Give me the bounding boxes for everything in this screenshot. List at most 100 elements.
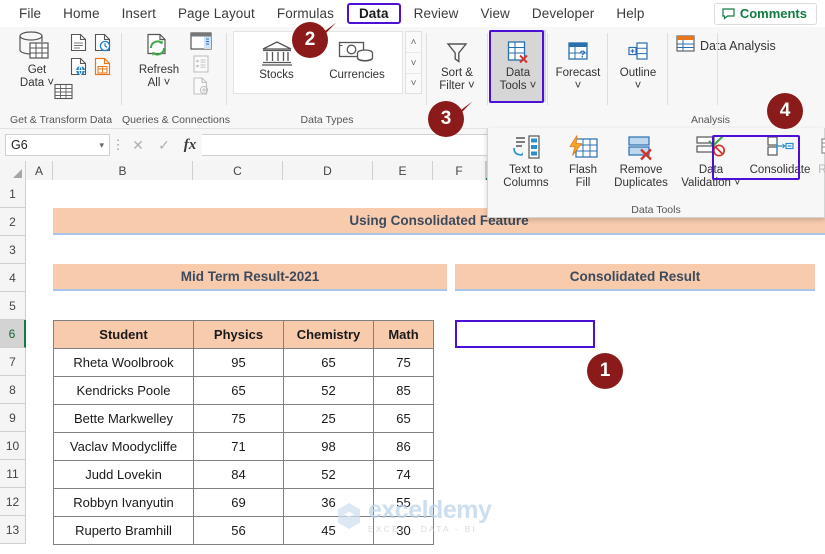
cell-student[interactable]: Rheta Woolbrook	[53, 348, 194, 377]
tab-review[interactable]: Review	[405, 3, 468, 24]
column-header-f[interactable]: F	[433, 161, 486, 180]
forecast-button[interactable]: ? Forecast ˅	[552, 33, 604, 92]
get-data-button[interactable]: Get Data ˅	[8, 30, 66, 89]
data-analysis-button[interactable]: Data Analysis	[676, 35, 776, 57]
row-header-13[interactable]: 13	[0, 516, 26, 544]
cell-chemistry[interactable]: 65	[283, 348, 374, 377]
cell-math[interactable]: 86	[373, 432, 434, 461]
column-header-d[interactable]: D	[283, 161, 373, 180]
outline-label: Outline	[619, 67, 657, 79]
row-header-5[interactable]: 5	[0, 292, 26, 320]
confirm-icon[interactable]: ✓	[152, 134, 176, 156]
cell-chemistry[interactable]: 25	[283, 404, 374, 433]
from-web-globe-icon[interactable]	[70, 57, 87, 81]
cell-student[interactable]: Robbyn Ivanyutin	[53, 488, 194, 517]
refresh-all-label-line2: All	[147, 76, 161, 89]
relationships-button[interactable]: Relati	[813, 132, 825, 177]
recent-sources-grid-icon[interactable]	[54, 83, 73, 105]
row-header-6[interactable]: 6	[0, 320, 26, 348]
tab-help[interactable]: Help	[607, 3, 653, 24]
tab-file[interactable]: File	[10, 3, 50, 24]
row-header-1[interactable]: 1	[0, 180, 26, 208]
cancel-icon[interactable]: ✕	[126, 134, 150, 156]
table-row[interactable]: Bette Markwelley 75 25 65	[53, 404, 434, 433]
row-header-10[interactable]: 10	[0, 432, 26, 460]
select-all-corner[interactable]	[0, 161, 26, 180]
gallery-scroll-up-button[interactable]: ˄	[406, 32, 421, 52]
cell-student[interactable]: Bette Markwelley	[53, 404, 194, 433]
cell-physics[interactable]: 56	[193, 516, 284, 545]
text-to-columns-button[interactable]: Text to Columns	[494, 132, 558, 189]
cell-student[interactable]: Ruperto Bramhill	[53, 516, 194, 545]
row-header-11[interactable]: 11	[0, 460, 26, 488]
column-header-b[interactable]: B	[53, 161, 193, 180]
tab-data[interactable]: Data	[346, 3, 401, 24]
cell-physics[interactable]: 75	[193, 404, 284, 433]
column-header-e[interactable]: E	[373, 161, 433, 180]
cell-physics[interactable]: 95	[193, 348, 284, 377]
cell-physics[interactable]: 84	[193, 460, 284, 489]
tab-page-layout[interactable]: Page Layout	[169, 3, 264, 24]
name-box[interactable]: G6 ▾	[5, 134, 110, 156]
relationships-line1: Relati	[818, 164, 825, 176]
tab-formulas[interactable]: Formulas	[268, 3, 343, 24]
row-header-4[interactable]: 4	[0, 264, 26, 292]
gallery-more-button[interactable]: ˅	[406, 73, 421, 93]
tab-view[interactable]: View	[471, 3, 518, 24]
row-header-3[interactable]: 3	[0, 236, 26, 264]
table-row[interactable]: Judd Lovekin 84 52 74	[53, 460, 434, 489]
cell-math[interactable]: 85	[373, 376, 434, 405]
cell-math[interactable]: 55	[373, 488, 434, 517]
cell-student[interactable]: Kendricks Poole	[53, 376, 194, 405]
table-row[interactable]: Vaclav Moodycliffe 71 98 86	[53, 432, 434, 461]
cell-chemistry[interactable]: 52	[283, 460, 374, 489]
column-header-chemistry: Chemistry	[283, 320, 374, 349]
cell-student[interactable]: Vaclav Moodycliffe	[53, 432, 194, 461]
cell-student[interactable]: Judd Lovekin	[53, 460, 194, 489]
table-row[interactable]: Ruperto Bramhill 56 45 30	[53, 516, 434, 545]
text-to-columns-line1: Text to	[509, 164, 543, 176]
row-header-12[interactable]: 12	[0, 488, 26, 516]
row-header-8[interactable]: 8	[0, 376, 26, 404]
cell-math[interactable]: 74	[373, 460, 434, 489]
tab-home[interactable]: Home	[54, 3, 108, 24]
column-header-c[interactable]: C	[193, 161, 283, 180]
cell-physics[interactable]: 65	[193, 376, 284, 405]
tab-developer[interactable]: Developer	[523, 3, 603, 24]
formula-bar-more-icon[interactable]: ⋮	[110, 137, 126, 153]
tab-insert[interactable]: Insert	[113, 3, 165, 24]
cell-chemistry[interactable]: 52	[283, 376, 374, 405]
currencies-button[interactable]: Currencies	[321, 35, 393, 82]
cell-math[interactable]: 65	[373, 404, 434, 433]
refresh-all-button[interactable]: Refresh All ˅	[132, 30, 186, 89]
cell-physics[interactable]: 71	[193, 432, 284, 461]
row-header-9[interactable]: 9	[0, 404, 26, 432]
cell-math[interactable]: 75	[373, 348, 434, 377]
from-web-recent-icon[interactable]	[94, 33, 111, 57]
from-text-csv-icon[interactable]	[70, 33, 87, 57]
selected-cell-g6[interactable]	[455, 320, 595, 348]
sort-filter-button[interactable]: Sort & Filter ˅	[431, 33, 483, 92]
remove-duplicates-line2: Duplicates	[614, 176, 668, 189]
insert-function-icon[interactable]: fx	[178, 134, 202, 156]
table-row[interactable]: Rheta Woolbrook 95 65 75	[53, 348, 434, 377]
queries-connections-pane-icon[interactable]	[190, 32, 212, 55]
flash-fill-button[interactable]: Flash Fill	[561, 132, 605, 189]
cell-chemistry[interactable]: 36	[283, 488, 374, 517]
remove-duplicates-button[interactable]: Remove Duplicates	[605, 132, 677, 189]
row-header-2[interactable]: 2	[0, 208, 26, 236]
column-header-a[interactable]: A	[26, 161, 53, 180]
cell-physics[interactable]: 69	[193, 488, 284, 517]
outline-button[interactable]: Outline ˅	[612, 33, 664, 92]
cell-math[interactable]: 30	[373, 516, 434, 545]
comments-button[interactable]: Comments	[713, 3, 817, 25]
mid-term-banner: Mid Term Result-2021	[53, 264, 447, 291]
excel-window: File Home Insert Page Layout Formulas Da…	[0, 0, 825, 554]
cell-chemistry[interactable]: 45	[283, 516, 374, 545]
cell-chemistry[interactable]: 98	[283, 432, 374, 461]
gallery-scroll-down-button[interactable]: ˅	[406, 52, 421, 73]
table-row[interactable]: Robbyn Ivanyutin 69 36 55	[53, 488, 434, 517]
row-header-7[interactable]: 7	[0, 348, 26, 376]
from-table-range-icon[interactable]	[94, 57, 111, 81]
table-row[interactable]: Kendricks Poole 65 52 85	[53, 376, 434, 405]
